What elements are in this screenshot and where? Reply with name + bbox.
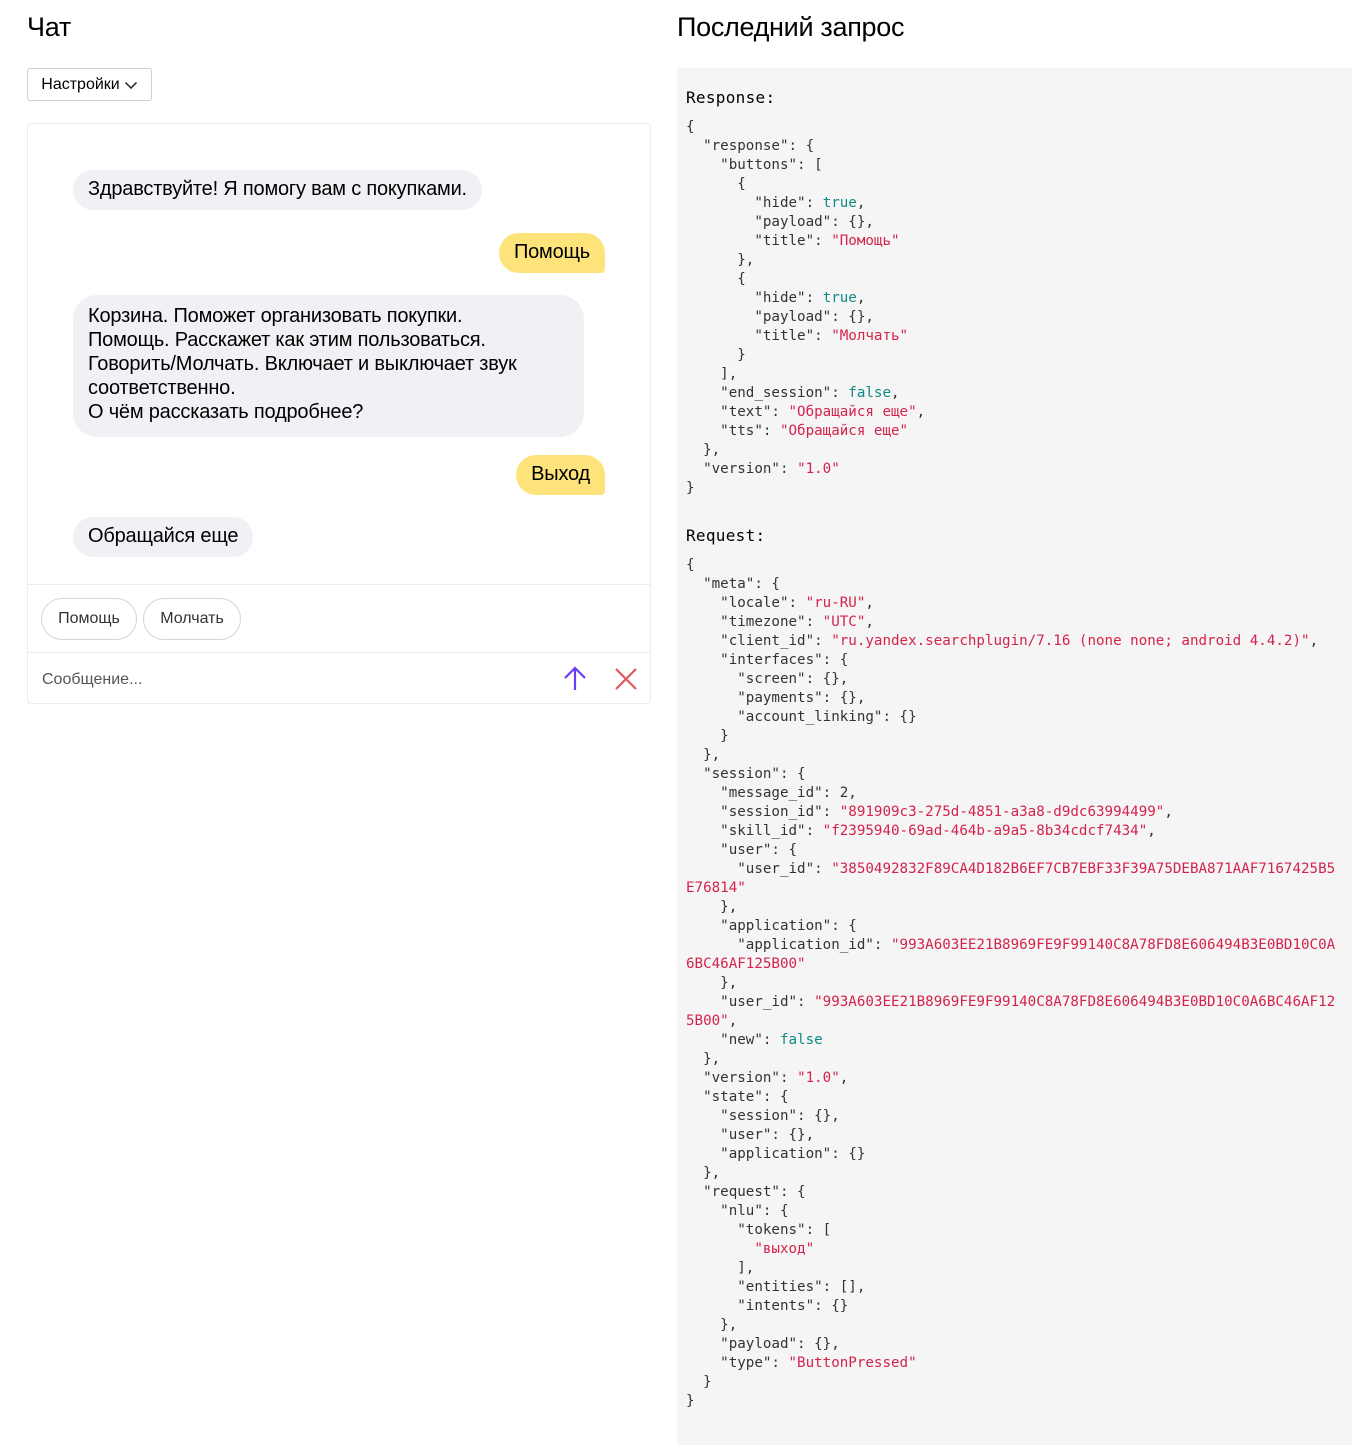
bot-message: Здравствуйте! Я помогу вам с покупками. (73, 170, 482, 210)
settings-label: Настройки (41, 75, 120, 93)
quick-reply-button[interactable]: Помощь (41, 598, 137, 640)
send-arrow-icon[interactable] (560, 664, 590, 694)
chevron-down-icon (124, 81, 137, 89)
quick-reply-button[interactable]: Молчать (143, 598, 241, 640)
settings-dropdown[interactable]: Настройки (27, 68, 152, 101)
user-message: Выход (516, 455, 605, 495)
divider (28, 584, 650, 585)
response-json: { "response": { "buttons": [ { "hide": t… (686, 119, 926, 496)
divider (28, 652, 650, 653)
chat-panel: Здравствуйте! Я помогу вам с покупками. … (27, 123, 651, 704)
bot-message: Обращайся еще (73, 517, 254, 557)
last-request-panel: Response: { "response": { "buttons": [ {… (677, 68, 1352, 1445)
user-message: Помощь (498, 233, 605, 273)
request-label: Request: (686, 526, 766, 545)
request-json: { "meta": { "locale": "ru-RU", "timezone… (686, 557, 1336, 1409)
bot-message: Корзина. Поможет организовать покупки. П… (73, 295, 584, 437)
last-request-title: Последний запрос (677, 12, 905, 42)
chat-title: Чат (27, 12, 71, 42)
response-label: Response: (686, 88, 776, 107)
message-input[interactable] (40, 664, 544, 696)
close-icon[interactable] (611, 664, 641, 694)
